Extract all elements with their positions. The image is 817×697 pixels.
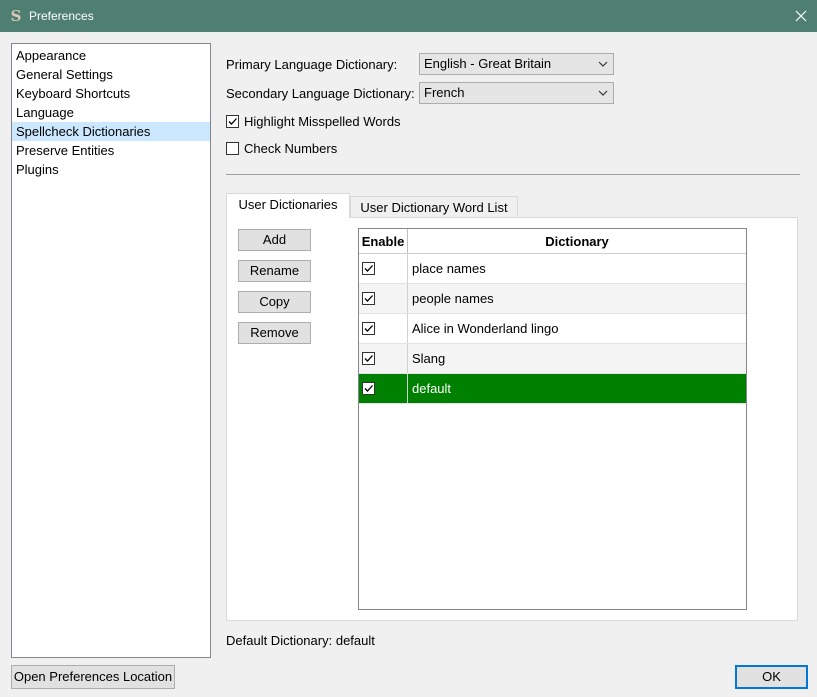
check-numbers-label: Check Numbers xyxy=(244,141,338,156)
enable-checkbox[interactable] xyxy=(362,382,375,395)
window-title: Preferences xyxy=(29,9,94,23)
checkmark-icon xyxy=(364,265,373,272)
default-dictionary-value: default xyxy=(335,633,375,648)
table-row[interactable]: Slang xyxy=(359,344,746,374)
secondary-dictionary-select[interactable]: French xyxy=(419,82,614,104)
section-divider xyxy=(226,174,800,175)
remove-dictionary-button[interactable]: Remove xyxy=(238,322,311,344)
sidebar-item-general-settings[interactable]: General Settings xyxy=(12,65,210,84)
title-bar: S Preferences xyxy=(0,0,817,32)
table-row[interactable]: Alice in Wonderland lingo xyxy=(359,314,746,344)
preferences-category-list[interactable]: Appearance General Settings Keyboard Sho… xyxy=(11,43,211,658)
default-dictionary-label: Default Dictionary: xyxy=(226,633,333,648)
sidebar-item-language[interactable]: Language xyxy=(12,103,210,122)
highlight-misspelled-checkbox[interactable] xyxy=(226,115,239,128)
dictionary-name: place names xyxy=(412,261,486,276)
rename-dictionary-button[interactable]: Rename xyxy=(238,260,311,282)
app-logo-icon: S xyxy=(10,7,22,25)
enable-checkbox[interactable] xyxy=(362,352,375,365)
table-row[interactable]: people names xyxy=(359,284,746,314)
tab-user-dictionaries[interactable]: User Dictionaries xyxy=(226,193,350,218)
preferences-body: Appearance General Settings Keyboard Sho… xyxy=(0,32,817,697)
checkmark-icon xyxy=(228,118,237,125)
table-row[interactable]: place names xyxy=(359,254,746,284)
copy-dictionary-button[interactable]: Copy xyxy=(238,291,311,313)
dictionary-column-header[interactable]: Dictionary xyxy=(408,229,746,253)
close-button[interactable] xyxy=(785,0,817,32)
chevron-down-icon xyxy=(598,90,608,96)
enable-column-header[interactable]: Enable xyxy=(359,229,408,253)
checkmark-icon xyxy=(364,355,373,362)
add-dictionary-button[interactable]: Add xyxy=(238,229,311,251)
checkmark-icon xyxy=(364,385,373,392)
sidebar-item-spellcheck-dictionaries[interactable]: Spellcheck Dictionaries xyxy=(12,122,210,141)
user-dictionaries-table[interactable]: Enable Dictionary place names people nam… xyxy=(358,228,747,610)
sidebar-item-preserve-entities[interactable]: Preserve Entities xyxy=(12,141,210,160)
checkmark-icon xyxy=(364,295,373,302)
enable-checkbox[interactable] xyxy=(362,292,375,305)
chevron-down-icon xyxy=(598,61,608,67)
primary-dictionary-select[interactable]: English - Great Britain xyxy=(419,53,614,75)
ok-button[interactable]: OK xyxy=(735,665,808,689)
highlight-misspelled-label: Highlight Misspelled Words xyxy=(244,114,401,129)
primary-dictionary-value: English - Great Britain xyxy=(424,56,552,71)
sidebar-item-appearance[interactable]: Appearance xyxy=(12,46,210,65)
secondary-dictionary-value: French xyxy=(424,85,465,100)
check-numbers-checkbox[interactable] xyxy=(226,142,239,155)
enable-checkbox[interactable] xyxy=(362,322,375,335)
table-header: Enable Dictionary xyxy=(359,229,746,254)
enable-checkbox[interactable] xyxy=(362,262,375,275)
sidebar-item-keyboard-shortcuts[interactable]: Keyboard Shortcuts xyxy=(12,84,210,103)
dictionary-name: Alice in Wonderland lingo xyxy=(412,321,559,336)
highlight-misspelled-option[interactable]: Highlight Misspelled Words xyxy=(226,114,401,129)
dictionary-name: default xyxy=(412,381,452,396)
dictionary-name: Slang xyxy=(412,351,446,366)
checkmark-icon xyxy=(364,325,373,332)
primary-dictionary-label: Primary Language Dictionary: xyxy=(226,57,398,72)
tab-user-dictionary-word-list[interactable]: User Dictionary Word List xyxy=(350,196,518,218)
sidebar-item-plugins[interactable]: Plugins xyxy=(12,160,210,179)
open-preferences-location-button[interactable]: Open Preferences Location xyxy=(11,665,175,689)
dictionary-name: people names xyxy=(412,291,494,306)
table-row-selected[interactable]: default xyxy=(359,374,746,404)
close-icon xyxy=(795,10,807,22)
default-dictionary-info: Default Dictionary: default xyxy=(226,633,375,648)
secondary-dictionary-label: Secondary Language Dictionary: xyxy=(226,86,415,101)
check-numbers-option[interactable]: Check Numbers xyxy=(226,141,337,156)
